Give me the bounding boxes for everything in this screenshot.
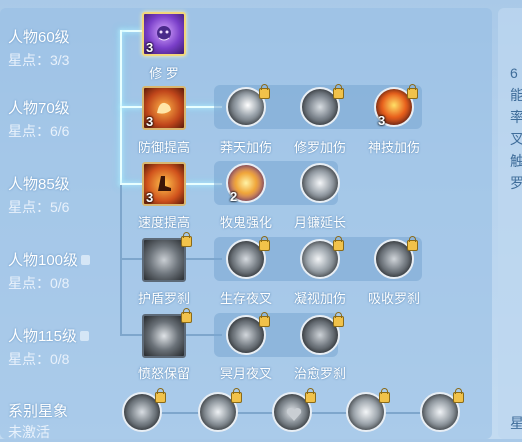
- skill-name: 修 罗: [149, 66, 179, 81]
- skill-name: 速度提高: [137, 215, 190, 230]
- lock-icon: [407, 236, 418, 251]
- detail-bottom-text: 星: [510, 415, 522, 431]
- lock-icon: [181, 232, 192, 247]
- connector-line: [120, 183, 142, 185]
- lock-icon: [333, 84, 344, 99]
- series-status: 未激活: [8, 424, 50, 440]
- muscle-icon: [157, 102, 171, 114]
- skill-name: 防御提高: [137, 140, 190, 155]
- lock-icon: [259, 312, 270, 327]
- skill-sudu[interactable]: 3: [142, 162, 186, 206]
- connector-line: [120, 106, 142, 108]
- lock-icon: [81, 255, 91, 266]
- lock-icon: [305, 388, 316, 403]
- skill-name: 月镰延长: [293, 215, 346, 230]
- lock-icon: [259, 84, 270, 99]
- skill-name: 吸收罗刹: [367, 291, 420, 306]
- skill-name: 神技加伤: [367, 140, 420, 155]
- demon-icon: [157, 26, 171, 41]
- level-points-70: 星点：6/6: [8, 123, 70, 139]
- skill-name: 愤怒保留: [137, 366, 190, 381]
- detail-char: 能: [510, 87, 522, 103]
- connector-line: [120, 334, 142, 336]
- skill-level: 3: [146, 114, 154, 129]
- skill-level: 3: [378, 113, 386, 128]
- level-title-text: 人物85级: [8, 176, 70, 193]
- level-points-115: 星点：0/8: [8, 351, 70, 367]
- skill-level: 2: [230, 189, 238, 204]
- skill-name: 修罗加伤: [293, 140, 346, 155]
- level-title-70: 人物70级: [8, 97, 70, 118]
- detail-char: 触: [510, 153, 522, 169]
- detail-char: 率: [510, 109, 522, 125]
- lock-icon: [333, 236, 344, 251]
- level-title-60: 人物60级: [8, 26, 70, 47]
- skill-xiuluo[interactable]: 3: [142, 12, 186, 56]
- skill-name: 生存夜叉: [219, 291, 272, 306]
- lock-icon: [181, 308, 192, 323]
- detail-char: 6: [510, 65, 518, 81]
- lock-icon: [79, 331, 89, 342]
- heart-icon: [286, 408, 302, 421]
- skill-level: 3: [146, 190, 154, 205]
- skill-name: 护盾罗刹: [137, 291, 190, 306]
- level-points-85: 星点：5/6: [8, 199, 70, 215]
- detail-text: 6 能 率 叉 触 罗: [510, 62, 522, 194]
- level-title-text: 人物60级: [8, 29, 70, 46]
- skill-yuelian[interactable]: [300, 163, 340, 203]
- skill-level: 3: [146, 40, 154, 55]
- level-title-85: 人物85级: [8, 173, 70, 194]
- lock-icon: [155, 388, 166, 403]
- connector-line: [120, 185, 122, 335]
- lock-icon: [379, 388, 390, 403]
- lock-icon: [407, 84, 418, 99]
- level-title-115: 人物115级: [8, 325, 89, 346]
- boot-icon: [158, 176, 171, 191]
- skill-hudun[interactable]: [142, 238, 186, 282]
- level-title-100: 人物100级: [8, 249, 91, 270]
- skill-name: 凝视加伤: [293, 291, 346, 306]
- level-title-text: 人物115级: [8, 328, 77, 345]
- skill-name: 莽天加伤: [219, 140, 272, 155]
- lock-icon: [231, 388, 242, 403]
- lock-icon: [453, 388, 464, 403]
- detail-char: 罗: [510, 175, 522, 191]
- skill-name: 冥月夜叉: [219, 366, 272, 381]
- level-title-text: 人物70级: [8, 100, 70, 117]
- level-points-100: 星点：0/8: [8, 275, 70, 291]
- connector-line: [120, 258, 142, 260]
- skill-fennu[interactable]: [142, 314, 186, 358]
- level-title-text: 人物100级: [8, 252, 79, 269]
- skill-fangyu[interactable]: 3: [142, 86, 186, 130]
- skill-name: 牧鬼强化: [219, 215, 272, 230]
- lock-icon: [333, 312, 344, 327]
- series-title: 系别星象: [8, 403, 69, 420]
- lock-icon: [259, 236, 270, 251]
- skill-mugui[interactable]: 2: [226, 163, 266, 204]
- level-points-60: 星点：3/3: [8, 52, 70, 68]
- detail-char: 叉: [510, 131, 522, 147]
- skill-name: 治愈罗刹: [293, 366, 346, 381]
- connector-line: [120, 30, 142, 32]
